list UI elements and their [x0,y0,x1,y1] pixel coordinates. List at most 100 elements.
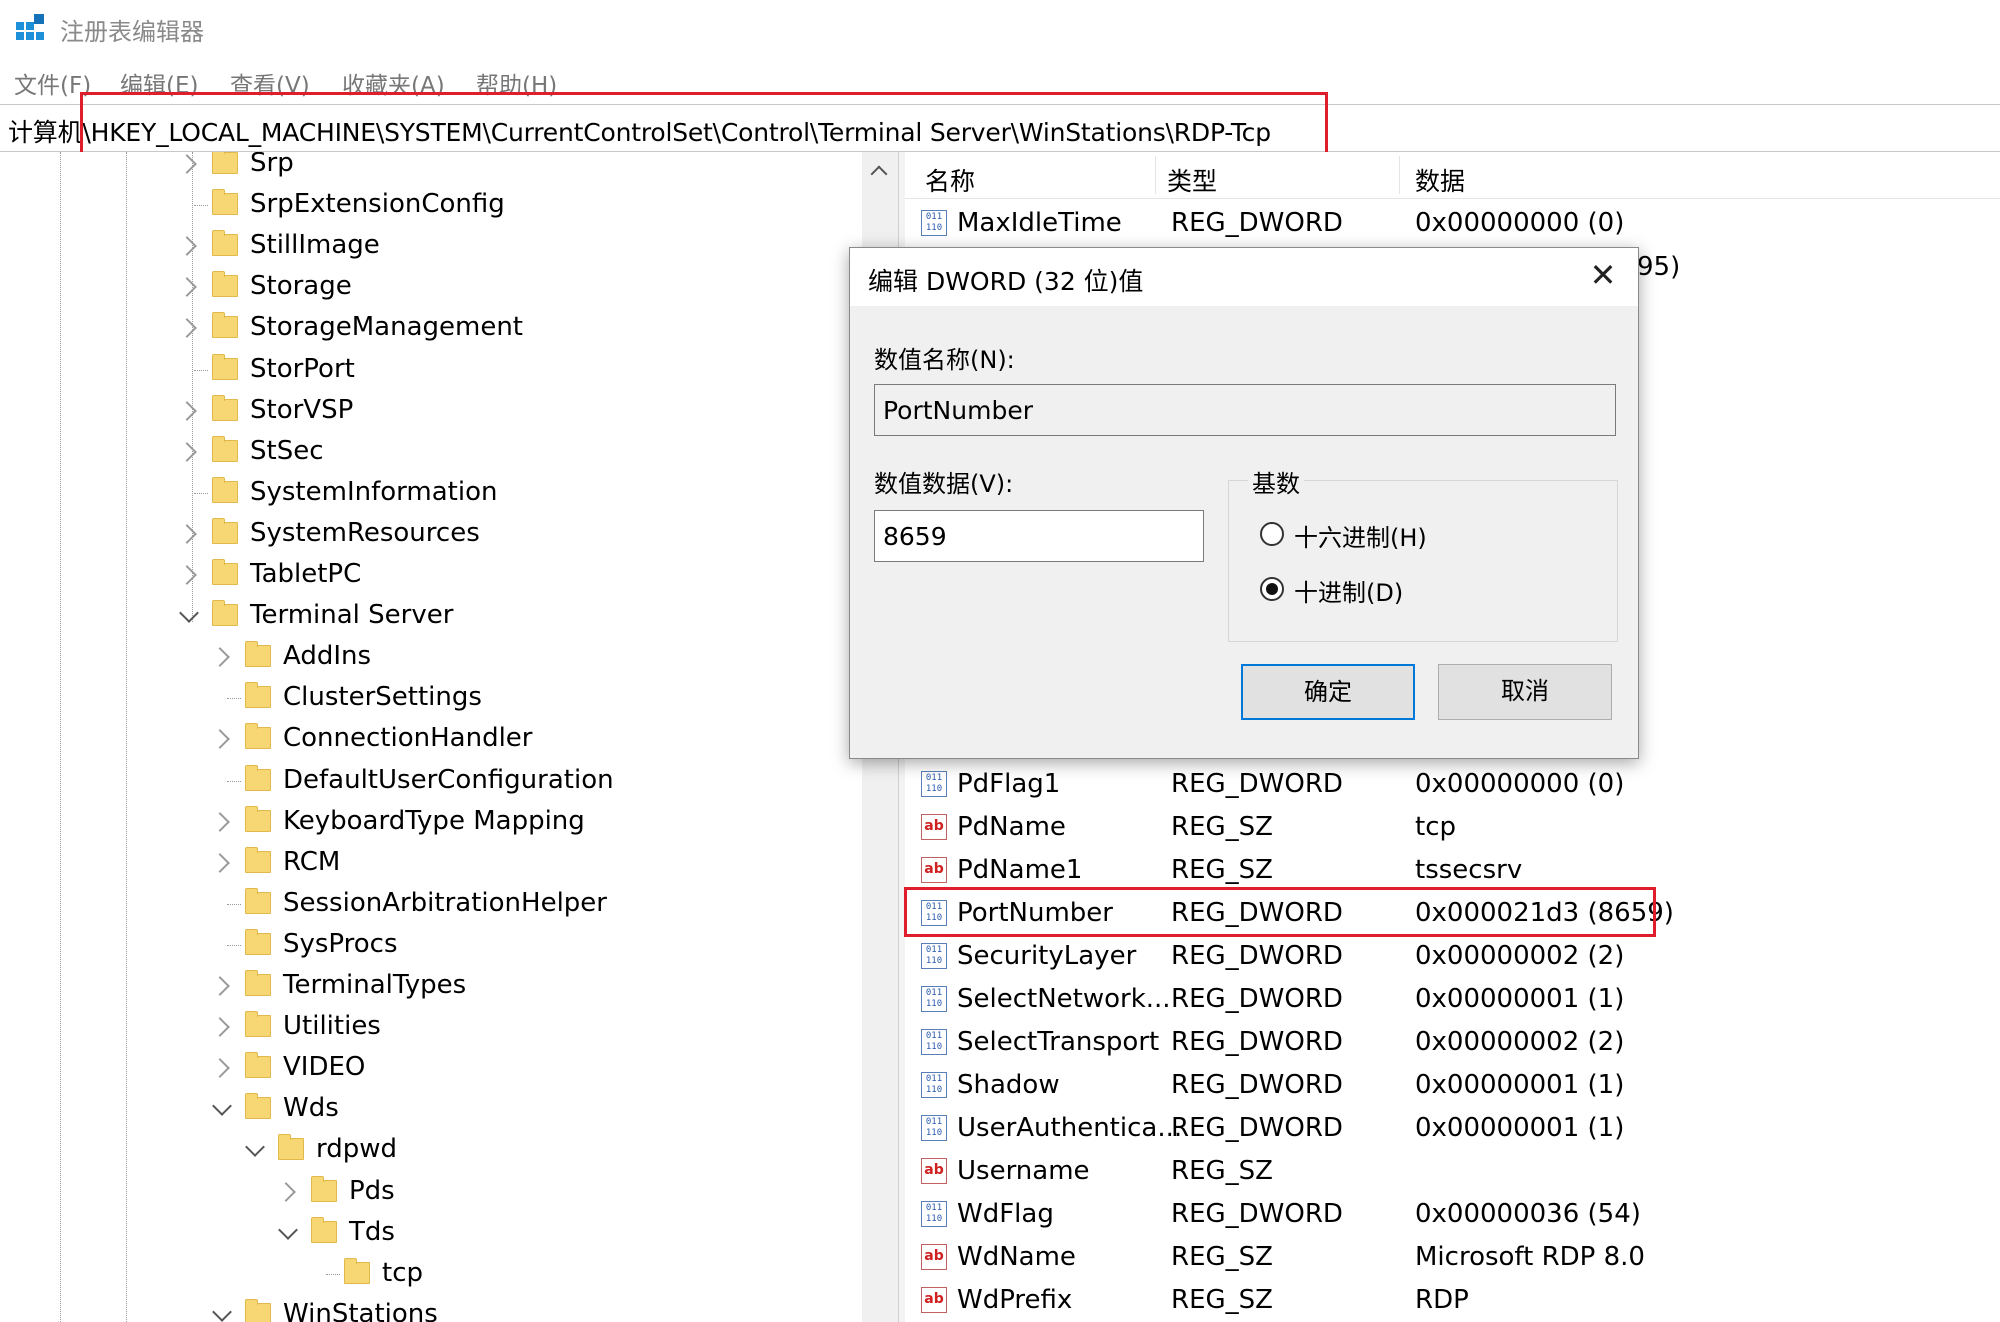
chevron-right-icon[interactable] [276,1181,296,1202]
table-row[interactable]: 011 110 SelectTransport REG_DWORD 0x00000002… [905,1021,2000,1063]
table-row[interactable]: 011 110 UserAuthentica... REG_DWORD 0x000000… [905,1107,2000,1149]
chevron-right-icon[interactable] [177,236,197,257]
value-name-cell: UserAuthentica... [957,1113,1183,1143]
tree-item[interactable]: Storage [0,267,860,307]
tree-item[interactable]: RCM [0,843,860,883]
table-row[interactable]: 011 110 WdFlag REG_DWORD 0x00000036 (54) [905,1193,2000,1235]
chevron-right-icon[interactable] [210,729,230,750]
tree-item[interactable]: StillImage [0,226,860,266]
cancel-button[interactable]: 取消 [1438,664,1612,720]
chevron-right-icon[interactable] [210,647,230,668]
chevron-right-icon[interactable] [177,441,197,462]
table-row[interactable]: ab PdName1 REG_SZ tssecsrv [905,849,2000,891]
table-row[interactable]: 011 110 PortNumber REG_DWORD 0x000021d3 (865… [905,892,2000,934]
chevron-right-icon[interactable] [210,811,230,832]
chevron-right-icon[interactable] [210,1017,230,1037]
tree-item[interactable]: SessionArbitrationHelper [0,884,860,924]
table-row[interactable]: 011 110 PdFlag1 REG_DWORD 0x00000000 (0) [905,763,2000,805]
binary-value-icon: 011 110 [921,210,947,236]
chevron-right-icon[interactable] [177,400,197,421]
tree-connector [227,944,241,946]
folder-icon [212,230,238,257]
table-row[interactable]: ab WdPrefix REG_SZ RDP [905,1279,2000,1321]
chevron-down-icon[interactable] [245,1137,265,1158]
radio-button-dec[interactable] [1260,577,1284,601]
menu-file[interactable]: 文件(F) [14,66,91,100]
address-path[interactable]: 计算机\HKEY_LOCAL_MACHINE\SYSTEM\CurrentCon… [8,113,1271,149]
table-row[interactable]: 011 110 SelectNetwork... REG_DWORD 0x0000000… [905,978,2000,1020]
menu-view[interactable]: 查看(V) [230,66,310,100]
menu-help[interactable]: 帮助(H) [476,66,557,100]
close-icon[interactable]: ✕ [1588,259,1618,291]
folder-icon [212,312,238,339]
value-data-cell: tcp [1415,812,1456,842]
folder-icon [212,559,238,585]
radio-button-hex[interactable] [1260,522,1284,546]
tree-item[interactable]: StSec [0,432,860,472]
table-row[interactable]: ab Username REG_SZ [905,1150,2000,1192]
value-data-cell: 0x00000002 (2) [1415,1027,1625,1057]
tree-item[interactable]: AddIns [0,637,860,677]
tree-item-label: StorVSP [250,394,354,425]
value-name-field[interactable] [874,384,1616,436]
tree-item[interactable]: KeyboardType Mapping [0,802,860,842]
tree-item[interactable]: rdpwd [0,1130,860,1170]
tree-item[interactable]: Wds [0,1089,860,1129]
chevron-right-icon[interactable] [210,976,230,996]
chevron-right-icon[interactable] [210,852,230,873]
table-row[interactable]: 011 110 Shadow REG_DWORD 0x00000001 (1) [905,1064,2000,1106]
table-row[interactable]: ab PdName REG_SZ tcp [905,806,2000,848]
chevron-down-icon[interactable] [179,603,199,623]
value-name-cell: Username [957,1156,1090,1186]
folder-icon [212,353,238,380]
tree-item[interactable]: ClusterSettings [0,678,860,718]
tree-item[interactable]: StorVSP [0,391,860,431]
key-tree[interactable]: Srp SrpExtensionConfig StillImage Storage St… [0,152,866,1322]
menu-edit[interactable]: 编辑(E) [120,66,198,100]
tree-item[interactable]: SysProcs [0,925,860,965]
column-separator[interactable] [1155,156,1156,194]
column-header-name[interactable]: 名称 [925,162,975,198]
table-row[interactable]: 011 110 MaxIdleTime REG_DWORD 0x00000000 (0) [905,202,2000,244]
tree-item[interactable]: SystemInformation [0,473,860,513]
chevron-right-icon[interactable] [177,565,197,585]
tree-item[interactable]: DefaultUserConfiguration [0,761,860,801]
folder-icon [278,1134,304,1161]
tree-item[interactable]: SrpExtensionConfig [0,185,860,225]
menu-favorites[interactable]: 收藏夹(A) [342,66,445,100]
column-header-type[interactable]: 类型 [1167,162,1217,198]
address-bar[interactable]: 计算机\HKEY_LOCAL_MACHINE\SYSTEM\CurrentCon… [0,104,2000,152]
tree-item[interactable]: WinStations [0,1295,860,1322]
chevron-down-icon[interactable] [212,1096,232,1117]
tree-item[interactable]: Terminal Server [0,596,860,636]
chevron-down-icon[interactable] [278,1219,298,1240]
value-data-field[interactable] [874,510,1204,562]
chevron-right-icon[interactable] [177,523,197,544]
tree-item[interactable]: VIDEO [0,1048,860,1088]
tree-item[interactable]: Utilities [0,1007,860,1047]
table-row[interactable]: 011 110 SecurityLayer REG_DWORD 0x00000002 (… [905,935,2000,977]
column-header-data[interactable]: 数据 [1415,162,1465,198]
tree-item[interactable]: StorPort [0,350,860,390]
tree-item[interactable]: SystemResources [0,514,860,554]
chevron-right-icon[interactable] [210,1058,230,1079]
table-row[interactable]: ab WdName REG_SZ Microsoft RDP 8.0 [905,1236,2000,1278]
binary-value-icon: 011 110 [921,1029,947,1055]
chevron-right-icon[interactable] [177,154,197,174]
scroll-up-arrow-icon[interactable] [870,165,888,183]
tree-item[interactable]: StorageManagement [0,308,860,348]
registry-editor-icon [16,14,46,44]
column-separator[interactable] [1399,156,1400,194]
chevron-down-icon[interactable] [212,1301,232,1322]
tree-item[interactable]: Tds [0,1213,860,1253]
tree-item[interactable]: TabletPC [0,555,860,595]
chevron-right-icon[interactable] [177,318,197,339]
ok-button[interactable]: 确定 [1241,664,1415,720]
tree-item-label: Storage [250,271,352,302]
tree-item[interactable]: tcp [0,1254,860,1294]
chevron-right-icon[interactable] [177,277,197,298]
tree-item[interactable]: ConnectionHandler [0,719,860,759]
tree-item[interactable]: Srp [0,152,860,184]
tree-item[interactable]: Pds [0,1172,860,1212]
tree-item[interactable]: TerminalTypes [0,966,860,1006]
